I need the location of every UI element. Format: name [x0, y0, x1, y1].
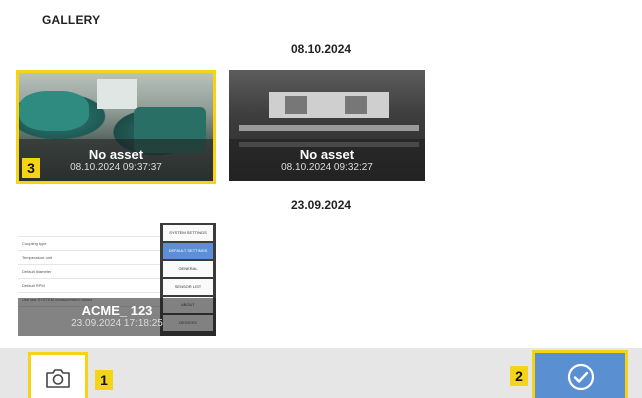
gallery-thumbnail[interactable]: Coupling type Temperature unit Default d… — [18, 223, 216, 336]
gallery-thumbnail[interactable]: No asset 08.10.2024 09:37:37 — [16, 70, 216, 184]
photo-pipe — [19, 91, 89, 131]
callout-marker: 1 — [95, 370, 113, 390]
screenshot-row: Coupling type — [18, 237, 160, 251]
screenshot-row: Default RPM — [18, 279, 160, 293]
photo-timestamp: 08.10.2024 09:32:27 — [281, 162, 373, 173]
asset-name: No asset — [299, 147, 355, 162]
camera-button[interactable] — [28, 352, 88, 398]
screenshot-row: Default diameter — [18, 265, 160, 279]
asset-name: No asset — [88, 147, 144, 162]
photo-rail — [239, 125, 419, 131]
callout-marker: 2 — [510, 366, 528, 386]
check-circle-icon — [567, 363, 595, 391]
date-group-header: 08.10.2024 — [291, 42, 352, 56]
photo-timestamp: 08.10.2024 09:37:37 — [70, 162, 162, 173]
screenshot-menu-item: GENERAL — [163, 261, 213, 277]
gallery-thumbnail[interactable]: No asset 08.10.2024 09:32:27 — [229, 70, 425, 181]
asset-name: ACME_ 123 — [81, 303, 153, 318]
screenshot-row — [18, 223, 160, 237]
screenshot-menu-item: SENSOR LIST — [163, 279, 213, 295]
thumbnail-caption: ACME_ 123 23.09.2024 17:18:25 — [18, 298, 216, 336]
screenshot-row: Temperature unit — [18, 251, 160, 265]
photo-window — [97, 79, 137, 109]
page-title: GALLERY — [42, 13, 101, 27]
thumbnail-caption: No asset 08.10.2024 09:37:37 — [19, 139, 213, 181]
confirm-button[interactable] — [532, 350, 628, 398]
photo-timestamp: 23.09.2024 17:18:25 — [71, 318, 163, 329]
callout-marker: 3 — [22, 158, 40, 178]
camera-icon — [46, 369, 70, 388]
thumbnail-caption: No asset 08.10.2024 09:32:27 — [229, 139, 425, 181]
screenshot-menu-item: SYSTEM SETTINGS — [163, 225, 213, 241]
date-group-header: 23.09.2024 — [291, 198, 352, 212]
screenshot-menu-item: DEFAULT SETTINGS — [163, 243, 213, 259]
photo-panel — [269, 92, 389, 118]
